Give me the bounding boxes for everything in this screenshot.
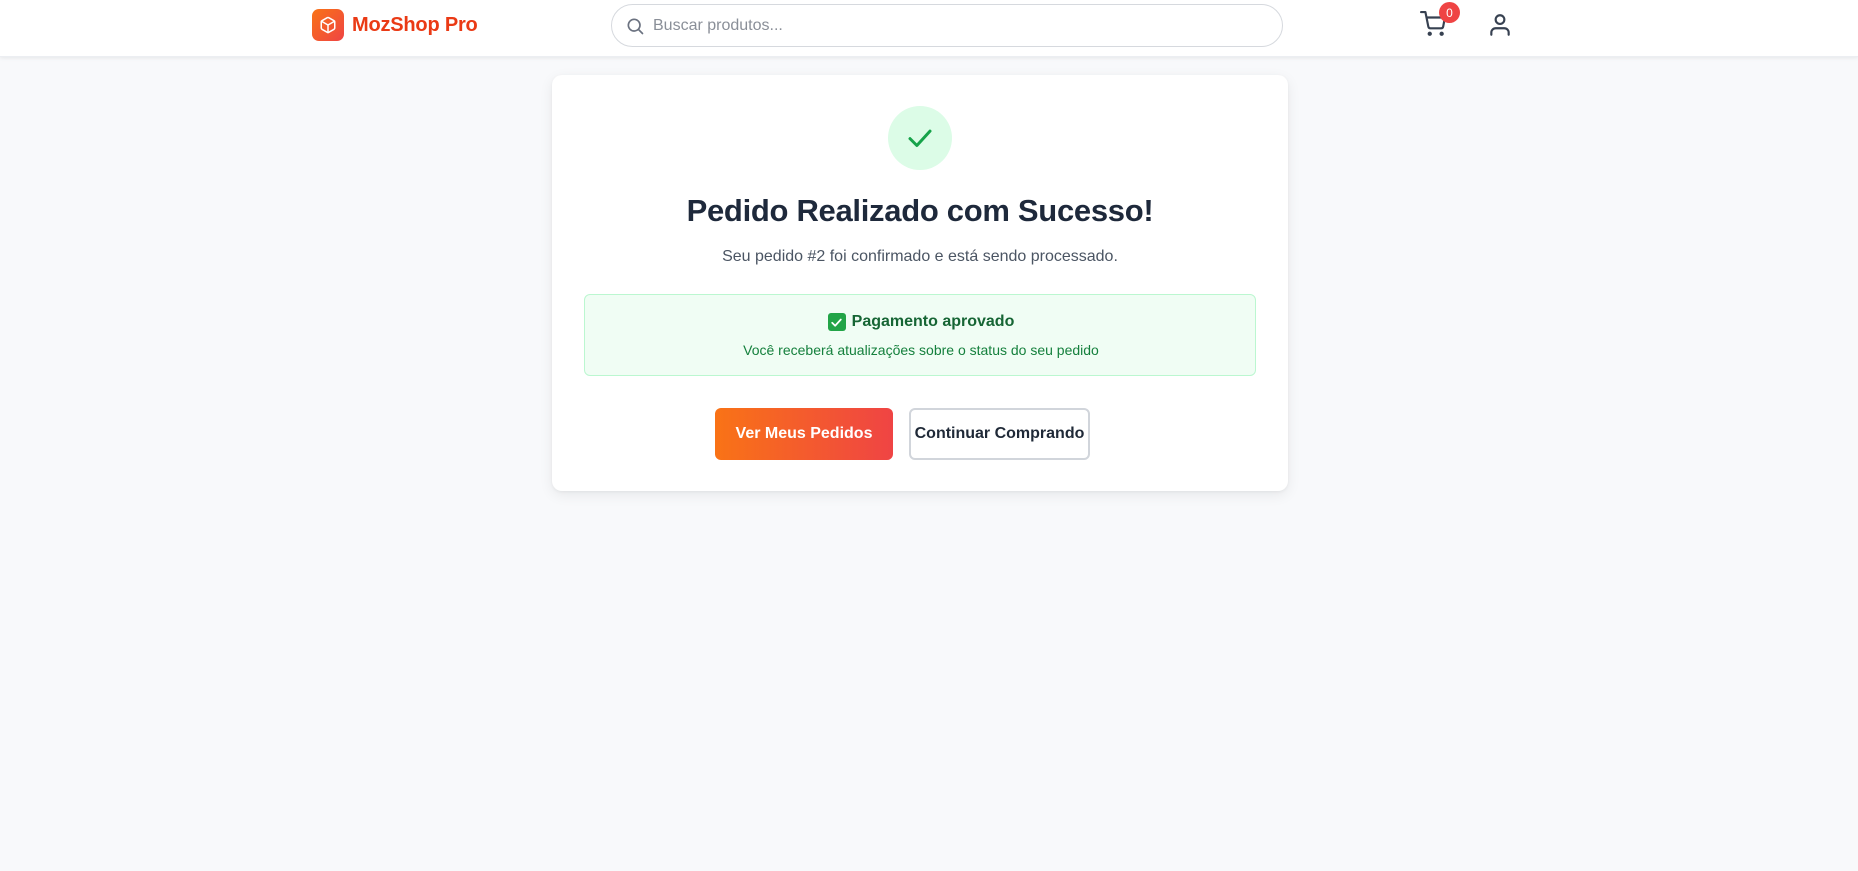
view-my-orders-button[interactable]: Ver Meus Pedidos bbox=[715, 408, 893, 460]
user-icon bbox=[1487, 14, 1513, 42]
search-bar bbox=[611, 4, 1283, 47]
continue-shopping-button[interactable]: Continuar Comprando bbox=[909, 408, 1090, 460]
package-icon bbox=[312, 9, 344, 41]
cart-button[interactable]: 0 bbox=[1420, 2, 1460, 41]
payment-status-title: Pagamento aprovado bbox=[851, 313, 1015, 330]
payment-status-row: Pagamento aprovado bbox=[585, 313, 1257, 331]
brand-logo-link[interactable]: MozShop Pro bbox=[312, 9, 478, 41]
payment-status-notice: Pagamento aprovado Você receberá atualiz… bbox=[584, 294, 1256, 376]
user-account-button[interactable] bbox=[1487, 12, 1513, 38]
cart-count-badge: 0 bbox=[1439, 2, 1460, 23]
search-icon bbox=[625, 16, 645, 41]
search-input[interactable] bbox=[612, 5, 1282, 46]
top-navbar: MozShop Pro 0 bbox=[0, 0, 1858, 57]
success-check-icon bbox=[888, 106, 952, 170]
payment-status-note: Você receberá atualizações sobre o statu… bbox=[743, 342, 1099, 358]
order-confirmation-card: Pedido Realizado com Sucesso! Seu pedido… bbox=[552, 75, 1288, 491]
page-title: Pedido Realizado com Sucesso! bbox=[686, 193, 1154, 228]
brand-name: MozShop Pro bbox=[352, 13, 478, 36]
checkbox-checked-icon bbox=[827, 313, 846, 331]
shopping-cart-icon bbox=[1420, 11, 1446, 41]
order-confirmation-message: Seu pedido #2 foi confirmado e está send… bbox=[722, 248, 1118, 265]
